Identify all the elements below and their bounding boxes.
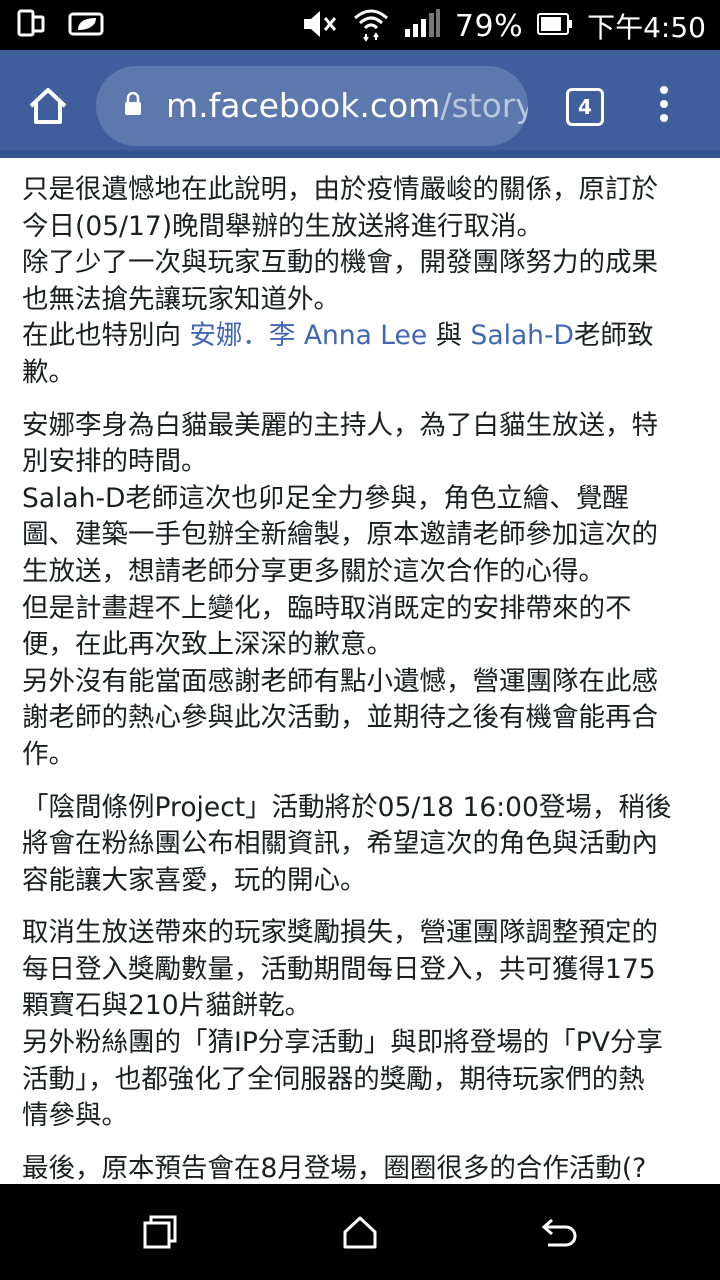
battery-icon [537, 12, 573, 40]
text-line: 圖、建築一手包辦全新繪製，原本邀請老師參加這次的 [22, 517, 698, 554]
text-line: 活動」，也都強化了全伺服器的獎勵，期待玩家們的熱 [22, 1062, 698, 1099]
post-paragraph: 取消生放送帶來的玩家獎勵損失，營運團隊調整預定的 每日登入獎勵數量，活動期間每日登… [22, 915, 698, 1135]
url-text: m.facebook.com/story.p [166, 66, 528, 146]
home-icon [29, 88, 67, 124]
text-segment: 在此也特別向 [22, 320, 190, 352]
wifi-icon [353, 6, 389, 46]
url-bar[interactable]: m.facebook.com/story.p [96, 66, 528, 146]
text-segment: 別安排的時間。 [22, 446, 208, 478]
text-segment: 除了少了一次與玩家互動的機會，開發團隊努力的成果 [22, 247, 658, 279]
text-line: 「陰間條例Project」活動將於05/18 16:00登場，稍後 [22, 790, 698, 827]
mention-link[interactable]: 安娜．李 Anna Lee [189, 320, 427, 351]
battery-percent: 79% [454, 8, 524, 44]
text-segment: 安娜李身為白貓最美麗的主持人，為了白貓生放送，特 [22, 409, 658, 441]
status-bar: 79% 下午4:50 [0, 0, 720, 50]
text-segment: 與 [427, 320, 471, 352]
text-line: 歉。 [22, 355, 698, 392]
text-segment: 將會在粉絲團公布相關資訊，希望這次的角色與活動內 [22, 828, 658, 860]
post-paragraph: 最後，原本預告會在8月登場，圈圈很多的合作活動(?因為開發計畫調整，將會延後登場… [22, 1151, 698, 1184]
text-segment: Salah-D老師這次也卯足全力參與，角色立繪、覺醒 [22, 482, 629, 514]
text-segment: 另外沒有能當面感謝老師有點小遺憾，營運團隊在此感 [22, 665, 658, 697]
text-segment: 作。 [22, 738, 75, 770]
url-domain: m.facebook.com [166, 86, 441, 125]
text-line: 生放送，想請老師分享更多關於這次合作的心得。 [22, 554, 698, 591]
browser-toolbar: m.facebook.com/story.p 4 [0, 50, 720, 158]
text-line: 但是計畫趕不上變化，臨時取消既定的安排帶來的不 [22, 591, 698, 628]
text-segment: 情參與。 [22, 1100, 128, 1132]
text-segment: 每日登入獎勵數量，活動期間每日登入，共可獲得175 [22, 953, 656, 985]
text-line: 顆寶石與210片貓餅乾。 [22, 988, 698, 1025]
text-segment: 謝老師的熱心參與此次活動，並期待之後有機會能再合 [22, 702, 658, 734]
toolbar-shadow [0, 150, 720, 158]
post-paragraph: 安娜李身為白貓最美麗的主持人，為了白貓生放送，特 別安排的時間。 Salah-D老師… [22, 408, 698, 774]
text-line: 除了少了一次與玩家互動的機會，開發團隊努力的成果 [22, 245, 698, 282]
text-line: 另外粉絲團的「猜IP分享活動」與即將登場的「PV分享 [22, 1025, 698, 1062]
navigation-bar [0, 1184, 720, 1280]
text-line: 安娜李身為白貓最美麗的主持人，為了白貓生放送，特 [22, 408, 698, 445]
text-segment: 老師致 [573, 320, 654, 352]
text-segment: 活動」，也都強化了全伺服器的獎勵，期待玩家們的熱 [22, 1063, 645, 1095]
text-line: Salah-D老師這次也卯足全力參與，角色立繪、覺醒 [22, 481, 698, 518]
text-segment: 便，在此再次致上深深的歉意。 [22, 629, 393, 661]
text-segment: 顆寶石與210片貓餅乾。 [22, 990, 312, 1022]
text-segment: 歉。 [22, 356, 75, 388]
post-paragraph: 「陰間條例Project」活動將於05/18 16:00登場，稍後 將會在粉絲團公… [22, 790, 698, 900]
text-segment: 但是計畫趕不上變化，臨時取消既定的安排帶來的不 [22, 592, 632, 624]
text-line: 在此也特別向 安娜．李 Anna Lee 與 Salah-D老師致 [22, 318, 698, 355]
text-line: 便，在此再次致上深深的歉意。 [22, 627, 698, 664]
back-icon[interactable] [540, 1214, 580, 1250]
signal-icon [403, 9, 441, 43]
text-line: 每日登入獎勵數量，活動期間每日登入，共可獲得175 [22, 952, 698, 989]
text-line: 別安排的時間。 [22, 444, 698, 481]
mention-link[interactable]: Salah-D [471, 320, 574, 351]
text-segment: 今日(05/17)晚間舉辦的生放送將進行取消。 [22, 210, 544, 242]
text-segment: 圖、建築一手包辦全新繪製，原本邀請老師參加這次的 [22, 519, 658, 551]
text-segment: 「陰間條例Project」活動將於05/18 16:00登場，稍後 [22, 791, 672, 823]
text-line: 最後，原本預告會在8月登場，圈圈很多的合作活動(? [22, 1151, 698, 1184]
home-icon[interactable] [340, 1214, 380, 1250]
text-segment: 取消生放送帶來的玩家獎勵損失，營運團隊調整預定的 [22, 917, 658, 949]
mute-icon [301, 7, 339, 45]
text-segment: 只是很遺憾地在此說明，由於疫情嚴峻的關係，原訂於 [22, 174, 658, 205]
text-line: 作。 [22, 737, 698, 774]
recents-icon[interactable] [140, 1214, 180, 1250]
home-button[interactable] [26, 84, 70, 128]
lock-icon [125, 92, 141, 115]
post-content[interactable]: 只是很遺憾地在此說明，由於疫情嚴峻的關係，原訂於 今日(05/17)晚間舉辦的生放… [0, 158, 720, 1184]
text-line: 取消生放送帶來的玩家獎勵損失，營運團隊調整預定的 [22, 915, 698, 952]
tab-switcher-button[interactable]: 4 [566, 88, 604, 126]
clock: 下午4:50 [587, 11, 706, 44]
text-line: 謝老師的熱心參與此次活動，並期待之後有機會能再合 [22, 700, 698, 737]
text-line: 也無法搶先讓玩家知道外。 [22, 282, 698, 319]
screen-mirror-icon [16, 8, 46, 42]
text-line: 另外沒有能當面感謝老師有點小遺憾，營運團隊在此感 [22, 664, 698, 701]
text-segment: 也無法搶先讓玩家知道外。 [22, 283, 340, 315]
text-line: 容能讓大家喜愛，玩的開心。 [22, 863, 698, 900]
url-path: /story.p [440, 86, 528, 125]
text-segment: 另外粉絲團的「猜IP分享活動」與即將登場的「PV分享 [22, 1027, 663, 1059]
overflow-menu-button[interactable] [654, 86, 674, 126]
text-segment: 容能讓大家喜愛，玩的開心。 [22, 864, 367, 896]
text-line: 只是很遺憾地在此說明，由於疫情嚴峻的關係，原訂於 [22, 172, 698, 209]
text-line: 今日(05/17)晚間舉辦的生放送將進行取消。 [22, 209, 698, 246]
text-line: 情參與。 [22, 1098, 698, 1135]
text-line: 將會在粉絲團公布相關資訊，希望這次的角色與活動內 [22, 826, 698, 863]
text-segment: 最後，原本預告會在8月登場，圈圈很多的合作活動(? [22, 1152, 647, 1184]
text-segment: 生放送，想請老師分享更多關於這次合作的心得。 [22, 555, 605, 587]
post-body: 只是很遺憾地在此說明，由於疫情嚴峻的關係，原訂於 今日(05/17)晚間舉辦的生放… [0, 158, 720, 1184]
leaf-icon [68, 8, 104, 42]
post-paragraph: 只是很遺憾地在此說明，由於疫情嚴峻的關係，原訂於 今日(05/17)晚間舉辦的生放… [22, 172, 698, 392]
